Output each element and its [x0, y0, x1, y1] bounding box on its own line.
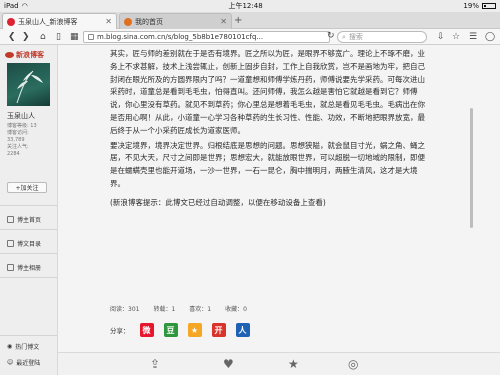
- tab-title: 我的首页: [135, 17, 163, 26]
- article-paragraph: 要决定境界，境界决定世界。归根结底是思想的问题。思想狭隘，就会鼠目寸光，蜗之角、…: [110, 140, 425, 188]
- read-count: 阅读：301: [110, 306, 140, 313]
- avatar[interactable]: [7, 63, 50, 106]
- address-text: m.blog.sina.com.cn/s/blog_5b8b1e780101cf…: [97, 33, 264, 41]
- stat-line: 博客访问:: [7, 130, 29, 136]
- close-icon[interactable]: ✕: [220, 17, 227, 26]
- search-icon: ⌕: [342, 32, 346, 41]
- divider: [0, 335, 57, 336]
- like-count: 喜欢：1: [189, 306, 212, 313]
- sidebar-item-label: 博文目录: [17, 241, 42, 248]
- avatar-image: [16, 70, 43, 104]
- stat-line: 2284: [7, 151, 20, 157]
- article-paragraph: 其实，匠与师的差别就在于是否有境界。匠之所以为匠，是眼界不够宽广。理论上不琢不磨…: [110, 49, 425, 135]
- sidebar-item-album[interactable]: 博主相册: [7, 263, 53, 272]
- browser-toolbar: ❮ ❯ ⌂ ▯ ▦ m.blog.sina.com.cn/s/blog_5b8b…: [0, 29, 500, 45]
- address-bar[interactable]: m.blog.sina.com.cn/s/blog_5b8b1e780101cf…: [83, 31, 330, 43]
- sidebar-item-label: 博主相册: [17, 265, 42, 272]
- sidebar-item-recent[interactable]: ☺ 最近登陆: [7, 358, 40, 367]
- home-favicon-icon: [124, 17, 132, 26]
- status-time: 上午12:48: [228, 2, 263, 10]
- sina-eye-icon: [5, 52, 14, 58]
- back-icon[interactable]: ❮: [8, 31, 16, 43]
- divider: [0, 277, 57, 278]
- weibo-icon[interactable]: ◎: [348, 357, 358, 371]
- repost-count: 转载：1: [153, 306, 176, 313]
- page-icon: [88, 34, 94, 40]
- stat-line: 33,789: [7, 137, 25, 143]
- sidebar-item-label: 博主首页: [17, 217, 42, 224]
- tab-title: 玉泉山人_新浪博客: [18, 17, 78, 26]
- status-right: 19%: [463, 2, 496, 10]
- divider: [0, 253, 57, 254]
- favorite-icon[interactable]: ★: [288, 357, 299, 371]
- tab-bar: 玉泉山人_新浪博客 ✕ 我的首页 ✕ +: [0, 12, 500, 29]
- user-icon[interactable]: ◯: [485, 31, 495, 43]
- sina-favicon-icon: [7, 17, 15, 26]
- logo-text: 新浪博客: [16, 51, 44, 59]
- photo-album-icon: [7, 264, 14, 271]
- user-stats: 博客等级: 13 博客访问: 33,789 关注人气: 2284: [7, 123, 37, 158]
- tab-home[interactable]: 我的首页 ✕: [119, 13, 232, 29]
- search-placeholder: 搜索: [348, 33, 363, 41]
- bookmarks-icon[interactable]: ▯: [56, 31, 61, 43]
- home-icon[interactable]: ⌂: [40, 31, 46, 43]
- sidebar-item-label: 热门博文: [15, 344, 40, 351]
- article-body: 其实，匠与师的差别就在于是否有境界。匠之所以为匠，是眼界不够宽广。理论上不琢不磨…: [110, 48, 430, 212]
- star-icon[interactable]: ☆: [452, 31, 460, 43]
- divider: [0, 205, 57, 206]
- device-label: iPad: [4, 2, 19, 10]
- divider: [0, 229, 57, 230]
- stat-line: 关注人气:: [7, 144, 29, 150]
- battery-percent: 19%: [463, 2, 479, 10]
- article-counts: 阅读：301 转载：1 喜欢：1 收藏：0: [110, 304, 247, 313]
- article-list-icon: [7, 240, 14, 247]
- share-weibo-icon[interactable]: 微: [139, 323, 154, 337]
- hot-icon: ◉: [7, 343, 13, 350]
- blog-sidebar: 新浪博客 玉泉山人 博客等级: 13 博客访问: 33,789 关注人气: 22…: [0, 45, 58, 375]
- favorite-count: 收藏：0: [225, 306, 247, 313]
- action-bar: ⇪ ♥ ★ ◎: [58, 352, 500, 375]
- like-icon[interactable]: ♥: [223, 357, 234, 371]
- sidebar-item-hot[interactable]: ◉ 热门博文: [7, 342, 39, 351]
- stat-line: 博客等级: 13: [7, 123, 37, 129]
- wifi-icon: ◠: [21, 2, 28, 10]
- share-icon[interactable]: ⇪: [150, 357, 160, 371]
- menu-icon[interactable]: ☰: [469, 31, 477, 43]
- share-kaixin-icon[interactable]: 开: [211, 323, 226, 337]
- battery-icon: [481, 3, 496, 9]
- tabs-overview-icon[interactable]: ▦: [70, 31, 79, 43]
- refresh-icon[interactable]: ↻: [327, 30, 335, 42]
- search-input[interactable]: ⌕ 搜索: [337, 31, 427, 43]
- status-bar: iPad ◠ 上午12:48 19%: [0, 0, 500, 12]
- share-row: 分享： 微 豆 ★ 开 人: [110, 323, 250, 337]
- share-douban-icon[interactable]: 豆: [163, 323, 178, 337]
- forward-icon[interactable]: ❯: [22, 31, 30, 43]
- recent-icon: ☺: [7, 359, 14, 366]
- status-left: iPad ◠: [4, 2, 28, 10]
- sidebar-item-home[interactable]: 博主首页: [7, 215, 53, 224]
- close-icon[interactable]: ✕: [105, 17, 112, 26]
- tab-blog[interactable]: 玉泉山人_新浪博客 ✕: [2, 13, 117, 29]
- download-icon[interactable]: ⇩: [437, 31, 445, 43]
- sidebar-item-label: 最近登陆: [16, 360, 41, 367]
- sina-blog-logo[interactable]: 新浪博客: [5, 50, 44, 60]
- scrollbar[interactable]: [470, 48, 473, 348]
- new-tab-icon[interactable]: +: [234, 15, 242, 26]
- sidebar-item-articles[interactable]: 博文目录: [7, 239, 53, 248]
- user-name[interactable]: 玉泉山人: [7, 111, 35, 121]
- add-follow-button[interactable]: +加关注: [7, 182, 47, 193]
- home-page-icon: [7, 216, 14, 223]
- share-qzone-icon[interactable]: ★: [187, 323, 202, 337]
- share-renren-icon[interactable]: 人: [235, 323, 250, 337]
- share-label: 分享：: [110, 327, 130, 335]
- auto-adjust-notice: (新浪博客提示：此博文已经过自动调整，以便在移动设备上查看): [110, 197, 326, 207]
